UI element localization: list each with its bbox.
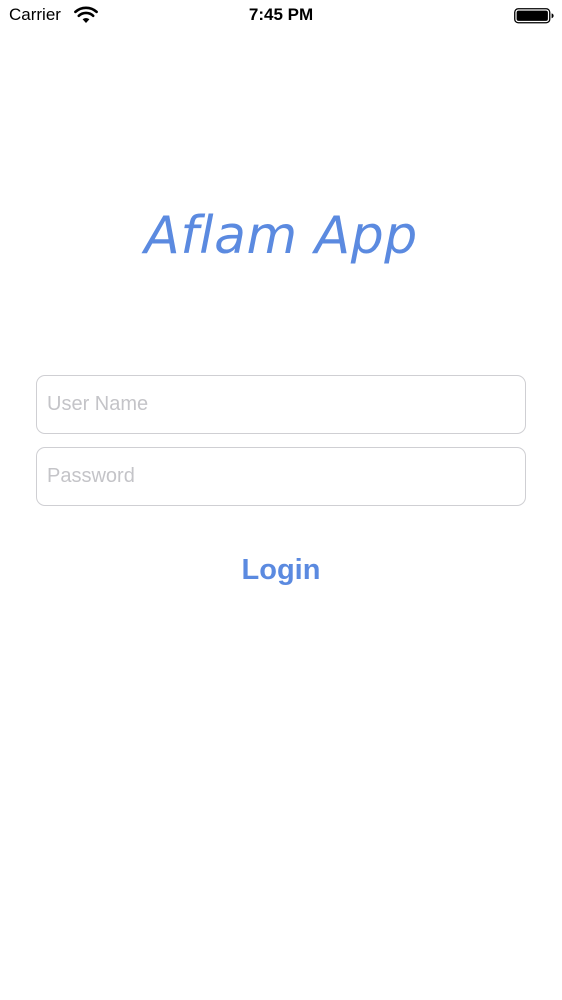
status-time: 7:45 PM — [248, 5, 314, 24]
battery-icon — [514, 8, 554, 24]
password-field[interactable] — [36, 447, 526, 506]
username-field[interactable] — [36, 375, 526, 434]
app-title: Aflam App — [144, 206, 418, 266]
status-bar: Carrier 7:45 PM — [0, 0, 562, 32]
login-button[interactable]: Login — [200, 545, 362, 595]
